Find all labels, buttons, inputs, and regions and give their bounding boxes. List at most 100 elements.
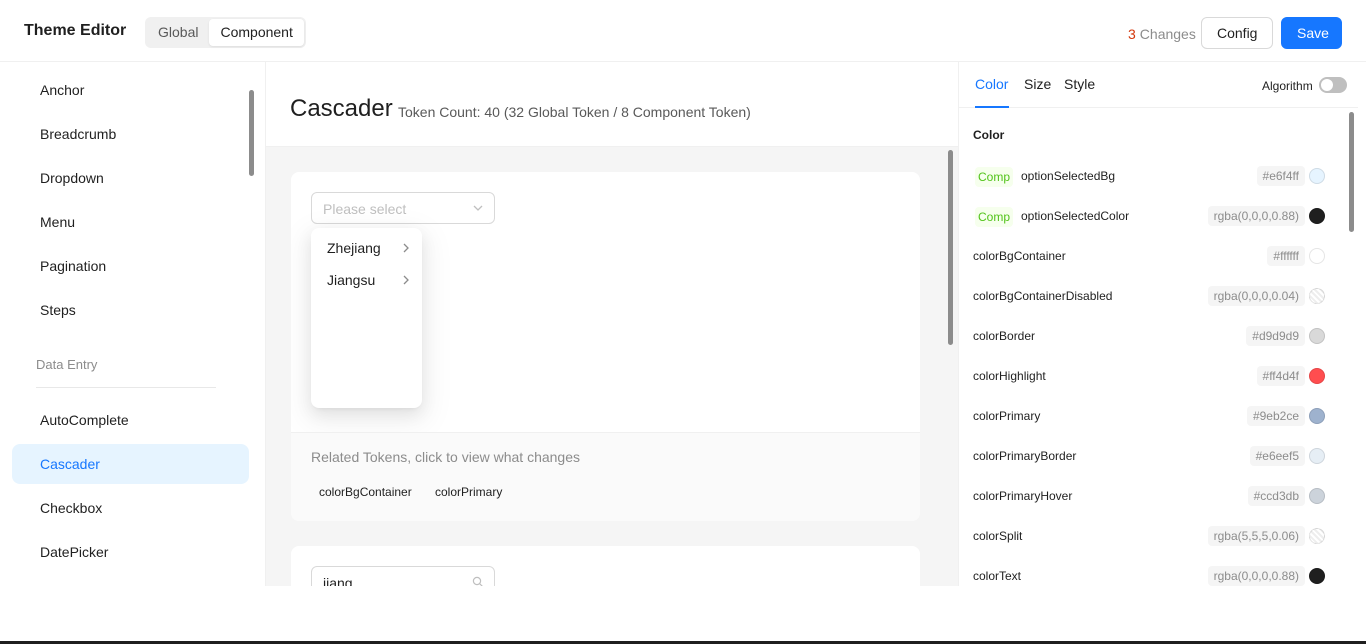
search-icon [472,576,483,586]
save-button[interactable]: Save [1281,17,1342,49]
cascader-search-input[interactable]: jiang [311,566,495,586]
cascader-select[interactable]: Please select [311,192,495,224]
sidebar-item-menu[interactable]: Menu [12,202,249,242]
token-name: colorBgContainerDisabled [973,289,1113,303]
token-name: colorPrimaryHover [973,489,1073,503]
preview-area: Cascader Token Count: 40 (32 Global Toke… [266,62,958,586]
tab-color[interactable]: Color [975,76,1008,92]
switch-knob [1321,79,1333,91]
token-name: colorPrimaryBorder [973,449,1077,463]
token-count: Token Count: 40 (32 Global Token / 8 Com… [398,104,751,120]
config-button[interactable]: Config [1201,17,1273,49]
token-value[interactable]: rgba(0,0,0,0.88) [1207,566,1305,586]
comp-tag: Comp [975,207,1014,227]
token-tabs: Color Size Style Algorithm [959,62,1358,108]
cascader-placeholder: Please select [323,201,407,217]
tab-size[interactable]: Size [1024,76,1051,92]
token-name: optionSelectedBg [1021,169,1116,183]
sidebar-item-steps[interactable]: Steps [12,290,249,330]
demo-card-search: jiang [291,546,920,586]
changes-indicator[interactable]: 3 Changes [1128,26,1196,42]
color-swatch[interactable] [1309,528,1325,544]
sidebar-item-cascader[interactable]: Cascader [12,444,249,484]
color-swatch[interactable] [1309,328,1325,344]
token-value[interactable]: #ffffff [1267,246,1305,266]
cascader-dropdown: Zhejiang Jiangsu [311,228,422,408]
cascader-option-label: Jiangsu [327,272,376,288]
chevron-right-icon [403,243,409,253]
token-row[interactable]: colorHighlight #ff4d4f [959,357,1343,397]
related-token-tag[interactable]: colorPrimary [427,481,510,503]
app-title: Theme Editor [24,22,127,39]
token-value[interactable]: #ff4d4f [1256,366,1305,386]
panel-scrollbar[interactable] [1349,112,1354,232]
token-row[interactable]: Comp optionSelectedBg #e6f4ff [959,157,1343,197]
section-title: Color [973,128,1005,142]
algorithm-switch[interactable] [1319,77,1347,93]
sidebar-item-breadcrumb[interactable]: Breadcrumb [12,114,249,154]
comp-tag: Comp [975,167,1014,187]
sidebar-item-datepicker[interactable]: DatePicker [12,532,249,572]
color-swatch[interactable] [1309,168,1325,184]
changes-label: Changes [1139,26,1196,42]
token-value[interactable]: rgba(0,0,0,0.04) [1207,286,1305,306]
token-name: colorText [973,569,1022,583]
preview-scrollbar[interactable] [948,150,953,345]
color-swatch[interactable] [1309,248,1325,264]
component-sidebar: Anchor Breadcrumb Dropdown Menu Paginati… [8,62,266,586]
tab-ink-bar [975,106,1009,108]
related-tokens: Related Tokens, click to view what chang… [291,432,920,521]
chevron-down-icon [473,205,483,211]
token-value[interactable]: rgba(5,5,5,0.06) [1207,526,1305,546]
sidebar-item-anchor[interactable]: Anchor [12,70,249,110]
cascader-option[interactable]: Jiangsu [315,265,418,295]
token-panel: Color Size Style Algorithm Color Comp opt… [958,62,1358,586]
color-swatch[interactable] [1309,568,1325,584]
token-value[interactable]: rgba(0,0,0,0.88) [1207,206,1305,226]
cascader-option[interactable]: Zhejiang [315,233,418,263]
sidebar-item-dropdown[interactable]: Dropdown [12,158,249,198]
sidebar-group-label: Data Entry [36,357,98,372]
token-value[interactable]: #e6f4ff [1256,166,1305,186]
sidebar-item-autocomplete[interactable]: AutoComplete [12,400,249,440]
sidebar-item-checkbox[interactable]: Checkbox [12,488,249,528]
preview-header: Cascader Token Count: 40 (32 Global Toke… [266,62,958,147]
color-swatch[interactable] [1309,368,1325,384]
token-value[interactable]: #9eb2ce [1246,406,1305,426]
color-swatch[interactable] [1309,488,1325,504]
algorithm-label: Algorithm [1262,79,1313,93]
changes-count: 3 [1128,26,1136,42]
related-token-tag[interactable]: colorBgContainer [311,481,420,503]
segment-global[interactable]: Global [147,19,209,46]
token-name: colorBgContainer [973,249,1066,263]
component-title: Cascader [290,95,393,122]
token-row[interactable]: colorPrimaryHover #ccd3db [959,477,1343,517]
color-swatch[interactable] [1309,408,1325,424]
token-row[interactable]: colorText rgba(0,0,0,0.88) [959,557,1343,586]
sidebar-item-pagination[interactable]: Pagination [12,246,249,286]
token-row[interactable]: colorPrimary #9eb2ce [959,397,1343,437]
token-value[interactable]: #e6eef5 [1249,446,1305,466]
token-row[interactable]: colorBgContainerDisabled rgba(0,0,0,0.04) [959,277,1343,317]
header: Theme Editor Global Component 3 Changes C… [0,0,1366,62]
token-row[interactable]: colorBorder #d9d9d9 [959,317,1343,357]
token-row[interactable]: colorPrimaryBorder #e6eef5 [959,437,1343,477]
token-value[interactable]: #d9d9d9 [1246,326,1305,346]
token-row[interactable]: Comp optionSelectedColor rgba(0,0,0,0.88) [959,197,1343,237]
color-swatch[interactable] [1309,208,1325,224]
token-name: colorBorder [973,329,1036,343]
token-name: colorHighlight [973,369,1046,383]
chevron-right-icon [403,275,409,285]
token-name: colorPrimary [973,409,1041,423]
search-value: jiang [323,575,353,586]
tab-style[interactable]: Style [1064,76,1095,92]
segment-component[interactable]: Component [209,19,304,46]
sidebar-divider [36,387,216,388]
color-swatch[interactable] [1309,288,1325,304]
token-row[interactable]: colorSplit rgba(5,5,5,0.06) [959,517,1343,557]
sidebar-scrollbar[interactable] [249,90,254,176]
token-name: colorSplit [973,529,1023,543]
token-row[interactable]: colorBgContainer #ffffff [959,237,1343,277]
color-swatch[interactable] [1309,448,1325,464]
token-value[interactable]: #ccd3db [1247,486,1305,506]
